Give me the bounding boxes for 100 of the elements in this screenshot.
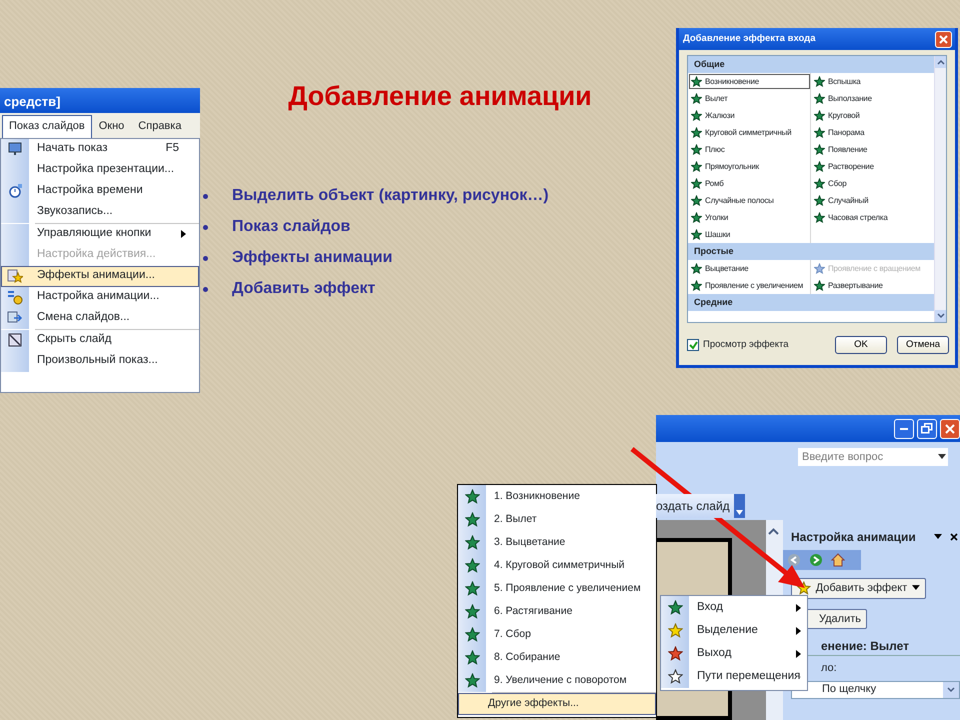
group-header: Средние [688, 294, 934, 311]
dialog-button[interactable]: OK [835, 336, 887, 354]
effect-option[interactable]: Случайные полосы [688, 192, 811, 209]
scrollbar[interactable] [934, 56, 946, 322]
menu-item-label: Смена слайдов... [36, 310, 131, 326]
star-icon [464, 627, 480, 642]
star-icon [464, 489, 480, 504]
effect-option[interactable]: Растворение [811, 158, 934, 175]
effect-option[interactable]: Уголки [688, 209, 811, 226]
menu-item[interactable]: Настройка анимации... [1, 286, 199, 308]
star-icon [691, 195, 702, 206]
star-icon [814, 76, 825, 87]
menu-item[interactable]: Скрыть слайд [1, 330, 199, 350]
menu-item[interactable]: Настройка презентации... [1, 160, 199, 180]
effect-option[interactable]: Возникновение [688, 73, 811, 90]
scroll-down-icon [935, 310, 946, 322]
dropdown-arrow-icon [736, 510, 743, 515]
menu-item[interactable]: 8. Собирание [458, 646, 656, 669]
dropdown-arrow-icon [912, 585, 920, 592]
menu-item[interactable]: 2. Вылет [458, 508, 656, 531]
effect-option[interactable]: Плюс [688, 141, 811, 158]
effect-option[interactable]: Круговой [811, 107, 934, 124]
star-icon [691, 144, 702, 155]
star-icon [464, 512, 480, 527]
menu-item[interactable]: Произвольный показ... [1, 350, 199, 372]
menu-item-icon [7, 268, 23, 284]
star-icon [464, 581, 480, 596]
menu-item[interactable]: Настройка времени [1, 180, 199, 202]
menu-item-icon [7, 332, 23, 348]
close-icon [945, 424, 955, 434]
menu-item-label: Настройка действия... [36, 247, 157, 262]
task-pane-title: Настройка анимации [791, 529, 916, 546]
start-dropdown[interactable]: По щелчку [791, 680, 960, 698]
effect-option[interactable]: Панорама [811, 124, 934, 141]
effect-option[interactable]: Ромб [688, 175, 811, 192]
menu-item-label: Управляющие кнопки [36, 226, 152, 242]
menu-bar-item[interactable]: Окно [92, 115, 132, 138]
menu-item-label: Начать показ [36, 141, 108, 156]
menu-item[interactable]: Другие эффекты... [458, 693, 656, 715]
star-icon [814, 144, 825, 155]
star-icon [464, 604, 480, 619]
star-icon [691, 161, 702, 172]
menu-item[interactable]: 7. Сбор [458, 623, 656, 646]
effect-option[interactable]: Случайный [811, 192, 934, 209]
menu-item[interactable]: 9. Увеличение с поворотом [458, 669, 656, 692]
effect-option[interactable]: Выползание [811, 90, 934, 107]
star-icon [691, 263, 702, 274]
star-icon [464, 558, 480, 573]
star-icon [814, 263, 825, 274]
menu-item[interactable]: Эффекты анимации... [1, 266, 199, 286]
group-header: Общие [688, 56, 934, 73]
group-header: Простые [688, 243, 934, 260]
menu-item[interactable]: 3. Выцветание [458, 531, 656, 554]
effect-option[interactable]: Жалюзи [688, 107, 811, 124]
menu-item[interactable]: 6. Растягивание [458, 600, 656, 623]
forward-icon [809, 553, 823, 567]
star-icon [814, 280, 825, 291]
menu-bar-item[interactable]: Показ слайдов [2, 115, 92, 138]
toolbar-button[interactable]: оздать слайд [656, 494, 745, 518]
effect-option[interactable]: Часовая стрелка [811, 209, 934, 226]
effect-option[interactable]: Круговой симметричный [688, 124, 811, 141]
menu-item[interactable]: Звукозапись... [1, 202, 199, 222]
star-icon [691, 93, 702, 104]
effect-option[interactable]: Прямоугольник [688, 158, 811, 175]
menu-item[interactable]: Начать показ F5 [1, 138, 199, 160]
effect-option[interactable]: Появление [811, 141, 934, 158]
menu-bar-item[interactable]: Справка [131, 115, 188, 138]
effect-option[interactable]: Вспышка [811, 73, 934, 90]
close-button[interactable] [940, 418, 960, 438]
checkbox-label: Просмотр эффекта [703, 338, 789, 352]
star-icon [691, 127, 702, 138]
star-icon [464, 650, 480, 665]
question-field[interactable]: Введите вопрос [798, 448, 948, 466]
add-effect-button[interactable]: Добавить эффект [791, 578, 926, 598]
effect-option[interactable]: Выцветание [688, 260, 811, 277]
bullet-dot [203, 224, 208, 230]
check-icon [688, 340, 698, 350]
star-icon [814, 161, 825, 172]
dialog-button[interactable]: Отмена [897, 336, 949, 354]
effect-option[interactable]: Сбор [811, 175, 934, 192]
menu-item-label: Звукозапись... [36, 204, 114, 220]
menu-item[interactable]: Смена слайдов... [1, 308, 199, 328]
minimize-button[interactable] [894, 418, 914, 438]
effect-option[interactable]: Вылет [688, 90, 811, 107]
menu-item[interactable]: 4. Круговой симметричный [458, 554, 656, 577]
star-icon [691, 110, 702, 121]
star-icon [814, 178, 825, 189]
restore-button[interactable] [917, 418, 937, 438]
checkbox[interactable] [687, 339, 699, 351]
effect-option[interactable]: Развертывание [811, 277, 934, 294]
menu-item-label: Эффекты анимации... [36, 268, 156, 284]
close-button[interactable] [935, 30, 952, 48]
menu-item[interactable]: Управляющие кнопки [1, 224, 199, 244]
star-icon [814, 127, 825, 138]
menu-item[interactable]: 1. Возникновение [458, 485, 656, 508]
star-icon [691, 280, 702, 291]
menu-item-icon [7, 183, 23, 199]
menu-item[interactable]: 5. Проявление с увеличением [458, 577, 656, 600]
star-icon [668, 623, 682, 638]
bullet-dot [203, 194, 208, 198]
